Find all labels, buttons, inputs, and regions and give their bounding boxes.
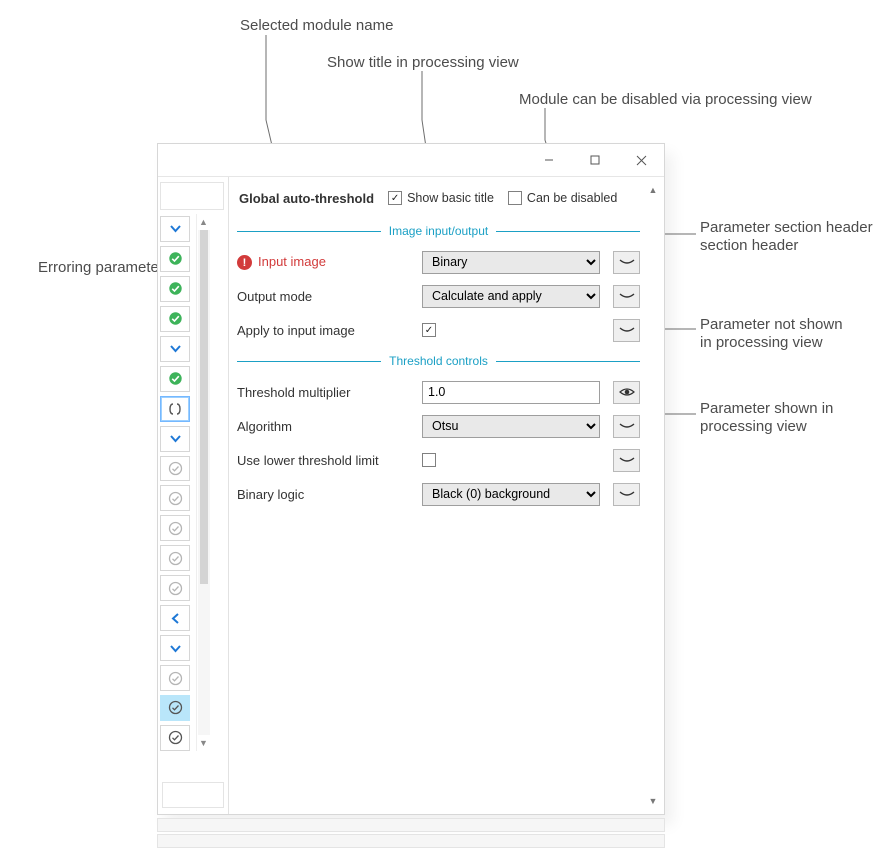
can-be-disabled-label: Can be disabled xyxy=(527,191,617,205)
module-list-item[interactable] xyxy=(160,545,190,571)
checkbox-icon xyxy=(508,191,522,205)
visibility-hidden-button[interactable] xyxy=(613,319,640,342)
scroll-up-icon[interactable]: ▲ xyxy=(198,214,210,230)
maximize-icon xyxy=(590,155,600,165)
module-list-item[interactable] xyxy=(160,635,190,661)
left-top-box xyxy=(160,182,224,210)
left-bottom-box xyxy=(162,782,224,808)
module-list-item[interactable] xyxy=(160,485,190,511)
show-basic-title-label: Show basic title xyxy=(407,191,494,205)
close-button[interactable] xyxy=(618,144,664,176)
module-list-item[interactable] xyxy=(160,396,190,422)
scroll-thumb[interactable] xyxy=(200,230,208,584)
param-label: Algorithm xyxy=(237,419,422,434)
app-window: ▲ ▼ ▲ ▼ Global auto-threshold ✓ Show bas… xyxy=(157,143,665,815)
param-row-input_image: !Input imageBinary xyxy=(237,248,656,276)
visibility-shown-button[interactable] xyxy=(613,381,640,404)
param-label: Use lower threshold limit xyxy=(237,453,422,468)
main-scrollbar[interactable]: ▲ ▼ xyxy=(646,183,660,808)
module-list-item[interactable] xyxy=(160,695,190,721)
titlebar xyxy=(158,144,664,177)
param-label: Threshold multiplier xyxy=(237,385,422,400)
module-list-item[interactable] xyxy=(160,605,190,631)
module-list-item[interactable] xyxy=(160,276,190,302)
module-list-item[interactable] xyxy=(160,725,190,751)
param-row-binary_logic: Binary logicBlack (0) background xyxy=(237,480,656,508)
visibility-hidden-button[interactable] xyxy=(613,449,640,472)
section-header: Threshold controls xyxy=(237,354,656,368)
visibility-hidden-button[interactable] xyxy=(613,251,640,274)
error-icon: ! xyxy=(237,255,252,270)
section: Image input/output!Input imageBinaryOutp… xyxy=(237,224,656,344)
param-select-binary_logic[interactable]: Black (0) background xyxy=(422,483,600,506)
param-label: Binary logic xyxy=(237,487,422,502)
main-scroll-down-icon[interactable]: ▼ xyxy=(647,794,659,808)
param-label: !Input image xyxy=(237,254,422,271)
section-title: Threshold controls xyxy=(389,354,488,368)
param-row-apply_input: Apply to input image✓ xyxy=(237,316,656,344)
param-row-algorithm: AlgorithmOtsu xyxy=(237,412,656,440)
module-list-scrollbar[interactable]: ▲ ▼ xyxy=(196,214,210,751)
module-list-item[interactable] xyxy=(160,246,190,272)
param-checkbox-use_lower[interactable] xyxy=(422,453,436,467)
module-list-item[interactable] xyxy=(160,366,190,392)
module-list-item[interactable] xyxy=(160,575,190,601)
module-list-item[interactable] xyxy=(160,306,190,332)
module-list-pane: ▲ ▼ xyxy=(158,177,229,814)
param-checkbox-apply_input[interactable]: ✓ xyxy=(422,323,436,337)
module-list-item[interactable] xyxy=(160,216,190,242)
module-list-item[interactable] xyxy=(160,515,190,541)
module-list-item[interactable] xyxy=(160,336,190,362)
param-select-input_image[interactable]: Binary xyxy=(422,251,600,274)
param-select-output_mode[interactable]: Calculate and apply xyxy=(422,285,600,308)
scroll-down-icon[interactable]: ▼ xyxy=(198,735,210,751)
module-title: Global auto-threshold xyxy=(239,191,374,206)
main-scroll-up-icon[interactable]: ▲ xyxy=(647,183,659,197)
statusbar-1 xyxy=(157,818,665,832)
scroll-track[interactable] xyxy=(198,230,210,735)
module-list-item[interactable] xyxy=(160,456,190,482)
parameter-pane: ▲ ▼ Global auto-threshold ✓ Show basic t… xyxy=(229,177,664,814)
checkbox-icon: ✓ xyxy=(388,191,402,205)
param-label: Output mode xyxy=(237,289,422,304)
can-be-disabled-checkbox[interactable]: Can be disabled xyxy=(508,191,617,205)
module-list-item[interactable] xyxy=(160,665,190,691)
param-row-use_lower: Use lower threshold limit xyxy=(237,446,656,474)
param-row-thresh_mult: Threshold multiplier xyxy=(237,378,656,406)
maximize-button[interactable] xyxy=(572,144,618,176)
close-icon xyxy=(636,155,647,166)
section-header: Image input/output xyxy=(237,224,656,238)
minimize-icon xyxy=(544,155,554,165)
minimize-button[interactable] xyxy=(526,144,572,176)
module-list-item[interactable] xyxy=(160,426,190,452)
visibility-hidden-button[interactable] xyxy=(613,415,640,438)
visibility-hidden-button[interactable] xyxy=(613,285,640,308)
param-select-algorithm[interactable]: Otsu xyxy=(422,415,600,438)
module-icon-column xyxy=(160,214,193,751)
visibility-hidden-button[interactable] xyxy=(613,483,640,506)
module-header-row: Global auto-threshold ✓ Show basic title… xyxy=(237,184,656,214)
statusbar-2 xyxy=(157,834,665,848)
param-input-thresh_mult[interactable] xyxy=(422,381,600,404)
section: Threshold controls Threshold multiplier Al… xyxy=(237,354,656,508)
section-title: Image input/output xyxy=(389,224,488,238)
param-label: Apply to input image xyxy=(237,323,422,338)
param-row-output_mode: Output modeCalculate and apply xyxy=(237,282,656,310)
show-basic-title-checkbox[interactable]: ✓ Show basic title xyxy=(388,191,494,205)
